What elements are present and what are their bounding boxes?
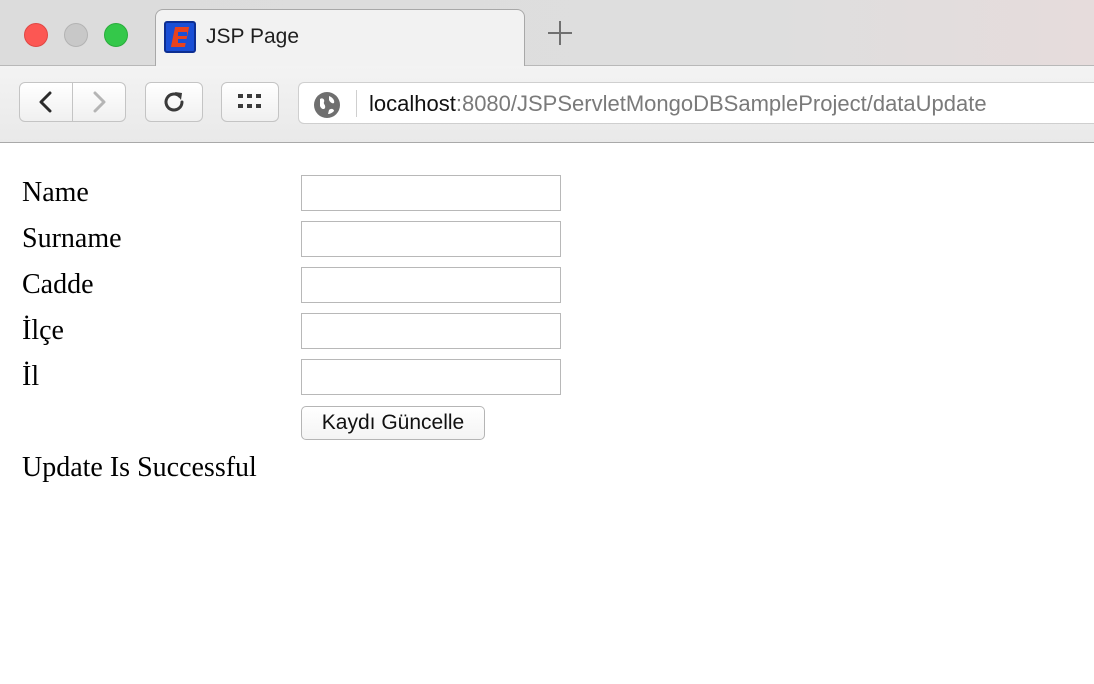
ilce-label: İlçe (22, 315, 64, 346)
il-input[interactable] (301, 359, 561, 395)
cadde-input[interactable] (301, 267, 561, 303)
page-content: Name Surname Cadde İlçe İl Kaydı Güncell… (0, 143, 1094, 684)
browser-tab[interactable]: JSP Page (155, 9, 525, 67)
name-label: Name (22, 177, 89, 208)
chevron-left-icon (39, 91, 52, 113)
tab-title: JSP Page (206, 25, 300, 48)
cadde-label: Cadde (22, 269, 94, 300)
tab-bar: JSP Page (0, 0, 1094, 67)
surname-input[interactable] (301, 221, 561, 257)
jsp-app-icon (164, 21, 196, 53)
browser-toolbar: localhost:8080/JSPServletMongoDBSamplePr… (0, 66, 1094, 143)
status-message: Update Is Successful (22, 452, 257, 483)
url-host: localhost (369, 91, 456, 116)
reload-button[interactable] (145, 82, 203, 122)
forward-button[interactable] (73, 82, 126, 122)
grid-icon (238, 94, 261, 108)
address-bar[interactable]: localhost:8080/JSPServletMongoDBSamplePr… (298, 82, 1094, 124)
minimize-window-button[interactable] (64, 23, 88, 47)
back-button[interactable] (19, 82, 73, 122)
url-path: :8080/JSPServletMongoDBSampleProject/dat… (455, 91, 987, 116)
apps-button[interactable] (221, 82, 279, 122)
close-window-button[interactable] (24, 23, 48, 47)
url-text[interactable]: localhost:8080/JSPServletMongoDBSamplePr… (369, 91, 987, 117)
chevron-right-icon (93, 91, 106, 113)
reload-icon (164, 92, 184, 112)
surname-label: Surname (22, 223, 122, 254)
il-label: İl (22, 361, 40, 392)
update-record-button[interactable]: Kaydı Güncelle (301, 406, 485, 440)
ilce-input[interactable] (301, 313, 561, 349)
new-tab-button[interactable] (543, 18, 577, 52)
plus-icon (548, 21, 572, 45)
name-input[interactable] (301, 175, 561, 211)
zoom-window-button[interactable] (104, 23, 128, 47)
address-bar-divider (356, 90, 357, 117)
globe-icon[interactable] (313, 91, 341, 119)
